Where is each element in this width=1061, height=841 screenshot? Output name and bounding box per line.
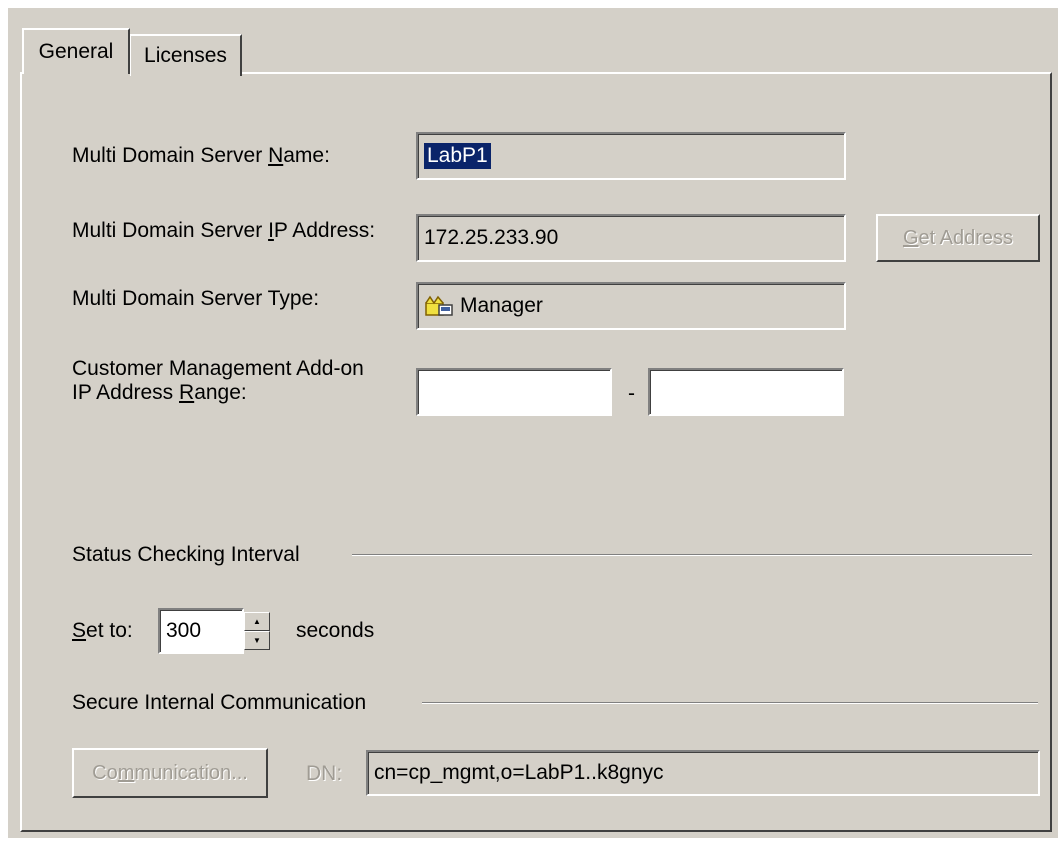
interval-value: 300 [166,619,202,642]
server-name-label: Multi Domain Server Name: [72,144,330,167]
server-type-value: Manager [460,294,543,317]
cma-range-separator: - [628,382,635,405]
tab-general-label: General [38,40,114,63]
server-name-value: LabP1 [424,143,491,169]
server-ip-input[interactable]: 172.25.233.90 [416,214,846,262]
sic-divider [422,702,1038,704]
dn-label: DN: [306,762,343,785]
interval-unit: seconds [296,619,375,642]
server-name-input[interactable]: LabP1 [416,132,846,180]
sic-title: Secure Internal Communication [72,691,367,714]
tab-general[interactable]: General [22,28,130,74]
cma-range-label-line1: Customer Management Add-on [72,357,364,380]
communication-button[interactable]: Co m munication... [72,748,268,798]
spin-down-icon[interactable]: ▼ [244,631,270,650]
interval-input[interactable]: 300 [158,608,244,654]
crown-icon [425,295,453,316]
server-ip-value: 172.25.233.90 [424,226,559,249]
interval-spinner[interactable]: ▲ ▼ [244,612,270,650]
get-address-button[interactable]: Get Address [876,214,1040,262]
server-type-field: Manager [416,282,846,330]
server-type-label: Multi Domain Server Type: [72,287,320,310]
dn-value: cn=cp_mgmt,o=LabP1..k8gnyc [374,761,664,784]
cma-range-from-input[interactable] [416,368,612,416]
spin-up-icon[interactable]: ▲ [244,612,270,631]
cma-range-label-line2: IP Address Range: [72,381,247,404]
tab-licenses[interactable]: Licenses [130,34,242,76]
tab-licenses-label: Licenses [144,44,227,67]
status-interval-divider [352,554,1032,556]
dn-field: cn=cp_mgmt,o=LabP1..k8gnyc [366,750,1040,796]
cma-range-to-input[interactable] [648,368,844,416]
set-to-label: Set to: [72,619,133,642]
status-interval-title: Status Checking Interval [72,543,300,566]
general-panel: Multi Domain Server Name: LabP1 Multi Do… [20,72,1052,832]
dialog: General Licenses Multi Domain Server Nam… [8,8,1058,838]
server-ip-label: Multi Domain Server IP Address: [72,219,376,242]
